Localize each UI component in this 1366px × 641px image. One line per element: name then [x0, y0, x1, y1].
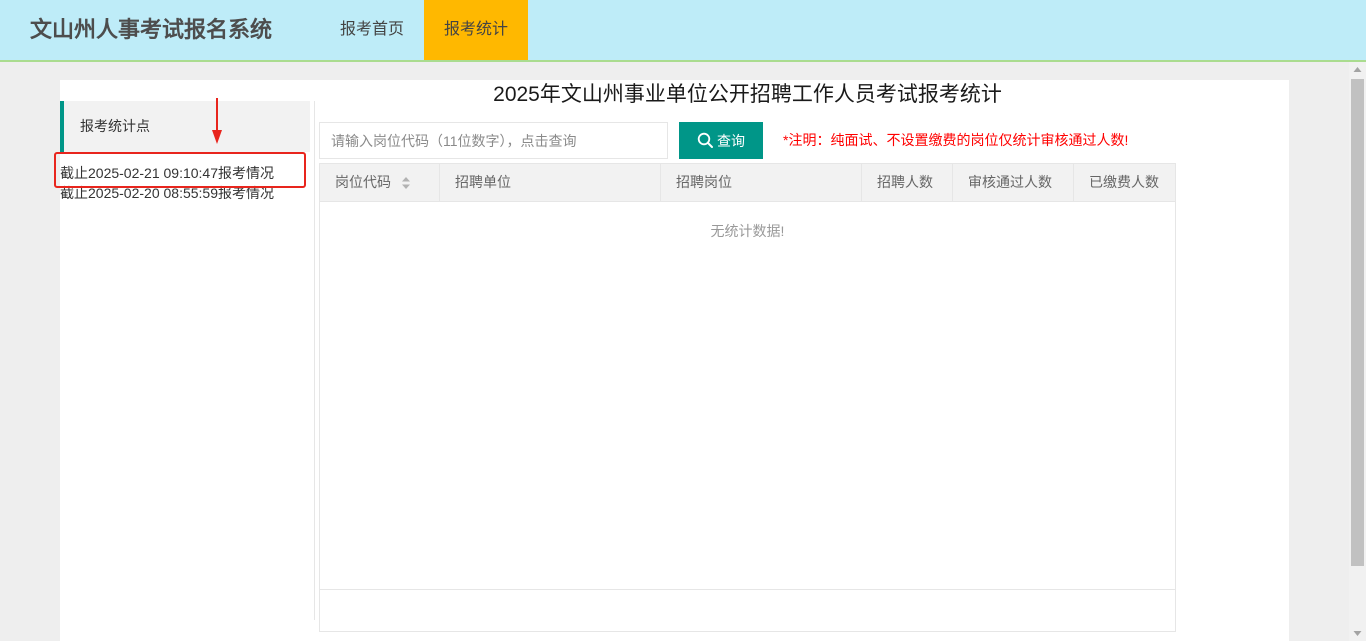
nav-item-statistics[interactable]: 报考统计 [424, 0, 529, 60]
page: { "app": { "title": "文山州人事考试报名系统" }, "na… [0, 0, 1366, 641]
annotation-arrow-down-icon [212, 98, 222, 144]
table-footer [320, 589, 1175, 631]
top-header: 文山州人事考试报名系统 报考首页 报考统计 [0, 0, 1366, 62]
column-header-label: 审核通过人数 [968, 174, 1052, 190]
statistics-note: *注明：纯面试、不设置缴费的岗位仅统计审核通过人数! [783, 132, 1129, 148]
search-button[interactable]: 查询 [679, 122, 763, 159]
app-title: 文山州人事考试报名系统 [30, 17, 273, 42]
sidebar-header: 报考统计点 [60, 101, 310, 152]
column-header-label: 已缴费人数 [1089, 174, 1159, 190]
annotation-highlight-box [54, 152, 306, 188]
column-header-label: 招聘人数 [877, 174, 933, 190]
search-icon [697, 132, 713, 148]
table-header: 岗位代码 招聘单位 招聘岗位 招聘人数 审核通过人数 已缴费人数 [320, 164, 1175, 202]
column-header-paid-count: 已缴费人数 [1074, 164, 1175, 201]
column-header-openings: 招聘人数 [862, 164, 953, 201]
page-title: 2025年文山州事业单位公开招聘工作人员考试报考统计 [493, 83, 1002, 106]
column-header-label: 招聘岗位 [676, 174, 732, 190]
scroll-up-arrow-icon[interactable] [1349, 62, 1366, 79]
position-code-search-input[interactable] [319, 122, 668, 159]
column-header-position-code[interactable]: 岗位代码 [320, 164, 440, 201]
column-header-employer: 招聘单位 [440, 164, 661, 201]
page-scrollbar[interactable] [1349, 62, 1366, 641]
nav-item-home[interactable]: 报考首页 [320, 0, 424, 60]
sidebar-divider [314, 101, 315, 620]
column-header-approved-count: 审核通过人数 [953, 164, 1074, 201]
table-empty-message: 无统计数据! [710, 223, 785, 239]
statistics-table: 岗位代码 招聘单位 招聘岗位 招聘人数 审核通过人数 已缴费人数 无统计数据! [319, 163, 1176, 632]
sort-icon[interactable] [401, 176, 411, 190]
column-header-label: 岗位代码 [335, 174, 391, 190]
main-nav: 报考首页 报考统计 [320, 0, 529, 60]
column-header-label: 招聘单位 [455, 174, 511, 190]
search-button-label: 查询 [717, 132, 745, 149]
scroll-thumb[interactable] [1351, 79, 1364, 566]
column-header-position: 招聘岗位 [661, 164, 862, 201]
content-panel: 报考统计点 截止2025-02-21 09:10:47报考情况 截止2025-0… [54, 80, 1289, 641]
scroll-down-arrow-icon[interactable] [1349, 624, 1366, 641]
